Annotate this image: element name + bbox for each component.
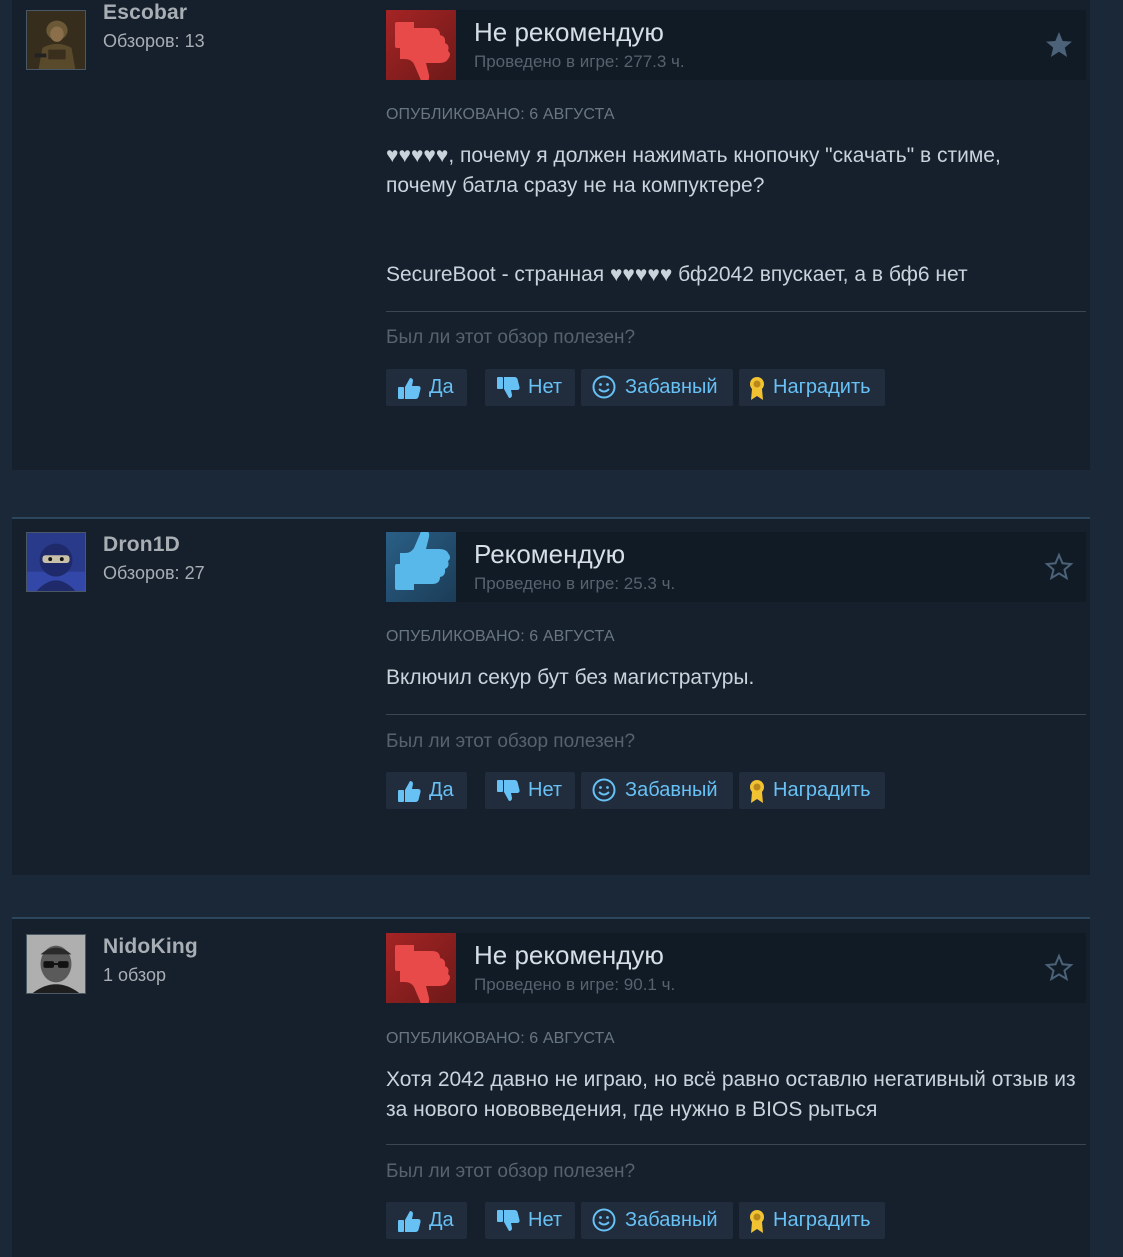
- star-icon[interactable]: [1044, 953, 1074, 983]
- award-label: Наградить: [773, 1209, 871, 1231]
- thumbs-down-icon: [386, 10, 456, 80]
- divider: [386, 714, 1086, 715]
- user-review-count[interactable]: Обзоров: 13: [103, 31, 205, 52]
- review-body: ♥♥♥♥♥, почему я должен нажимать кнопочку…: [386, 141, 1076, 290]
- review-body: Включил секур бут без магистратуры.: [386, 663, 1076, 693]
- vote-yes-label: Да: [429, 376, 454, 398]
- user-review-count[interactable]: Обзоров: 27: [103, 563, 205, 584]
- thumbs-down-icon: [497, 377, 520, 398]
- award-button[interactable]: Наградить: [739, 772, 885, 809]
- award-button[interactable]: Наградить: [739, 369, 885, 406]
- soldier-avatar-image: [27, 11, 85, 69]
- thumbs-down-icon: [497, 1210, 520, 1231]
- vote-funny-label: Забавный: [625, 376, 718, 398]
- vote-yes-button[interactable]: Да: [386, 369, 467, 406]
- award-label: Наградить: [773, 376, 871, 398]
- verdict-header[interactable]: Рекомендую Проведено в игре: 25.3 ч.: [386, 532, 1086, 602]
- star-icon[interactable]: [1044, 552, 1074, 582]
- review-card: Escobar Обзоров: 13 Не рекомендую Провед…: [12, 0, 1090, 470]
- verdict-label[interactable]: Не рекомендую: [474, 940, 664, 971]
- user-name[interactable]: Escobar: [103, 1, 187, 25]
- user-avatar[interactable]: [26, 934, 86, 994]
- hours-played: Проведено в игре: 25.3 ч.: [474, 574, 676, 593]
- man-in-glasses-avatar-image: [27, 935, 85, 993]
- thumbs-up-icon: [398, 1211, 421, 1232]
- vote-no-label: Нет: [528, 1209, 563, 1231]
- user-name[interactable]: Dron1D: [103, 533, 180, 557]
- verdict-header[interactable]: Не рекомендую Проведено в игре: 90.1 ч.: [386, 933, 1086, 1003]
- vote-funny-label: Забавный: [625, 1209, 718, 1231]
- verdict-header[interactable]: Не рекомендую Проведено в игре: 277.3 ч.: [386, 10, 1086, 80]
- user-name[interactable]: NidoKing: [103, 935, 198, 959]
- ninja-avatar-image: [27, 533, 85, 591]
- review-paragraph: Хотя 2042 давно не играю, но всё равно о…: [386, 1068, 1076, 1121]
- vote-yes-label: Да: [429, 779, 454, 801]
- smiley-icon: [592, 1208, 616, 1232]
- award-ribbon-icon: [750, 377, 764, 400]
- review-card: Dron1D Обзоров: 27 Рекомендую Проведено …: [12, 517, 1090, 875]
- helpful-question: Был ли этот обзор полезен?: [386, 731, 636, 752]
- vote-funny-button[interactable]: Забавный: [581, 369, 733, 406]
- divider: [386, 1144, 1086, 1145]
- star-icon[interactable]: [1044, 30, 1074, 60]
- vote-no-label: Нет: [528, 779, 563, 801]
- thumbs-down-icon: [386, 933, 456, 1003]
- review-paragraph: SecureBoot - странная ♥♥♥♥♥ бф2042 впуск…: [386, 263, 968, 286]
- vote-no-button[interactable]: Нет: [485, 1202, 575, 1239]
- thumbs-down-icon: [497, 780, 520, 801]
- vote-no-button[interactable]: Нет: [485, 369, 575, 406]
- posted-date: ОПУБЛИКОВАНО: 6 АВГУСТА: [386, 1030, 615, 1047]
- award-ribbon-icon: [750, 1210, 764, 1233]
- helpful-question: Был ли этот обзор полезен?: [386, 327, 636, 348]
- vote-yes-button[interactable]: Да: [386, 1202, 467, 1239]
- award-label: Наградить: [773, 779, 871, 801]
- review-card: NidoKing 1 обзор Не рекомендую Проведено…: [12, 917, 1090, 1257]
- thumbs-up-icon: [386, 532, 456, 602]
- posted-date: ОПУБЛИКОВАНО: 6 АВГУСТА: [386, 628, 615, 645]
- vote-no-button[interactable]: Нет: [485, 772, 575, 809]
- review-paragraph: ♥♥♥♥♥, почему я должен нажимать кнопочку…: [386, 144, 1001, 197]
- hours-played: Проведено в игре: 90.1 ч.: [474, 975, 676, 994]
- divider: [386, 311, 1086, 312]
- user-review-count[interactable]: 1 обзор: [103, 965, 166, 986]
- thumbs-up-icon: [398, 378, 421, 399]
- hours-played: Проведено в игре: 277.3 ч.: [474, 52, 685, 71]
- vote-no-label: Нет: [528, 376, 563, 398]
- vote-yes-button[interactable]: Да: [386, 772, 467, 809]
- user-avatar[interactable]: [26, 10, 86, 70]
- vote-funny-button[interactable]: Забавный: [581, 772, 733, 809]
- thumbs-up-icon: [398, 781, 421, 802]
- vote-funny-label: Забавный: [625, 779, 718, 801]
- award-ribbon-icon: [750, 780, 764, 803]
- vote-funny-button[interactable]: Забавный: [581, 1202, 733, 1239]
- verdict-label[interactable]: Не рекомендую: [474, 17, 664, 48]
- review-body: Хотя 2042 давно не играю, но всё равно о…: [386, 1065, 1076, 1125]
- posted-date: ОПУБЛИКОВАНО: 6 АВГУСТА: [386, 106, 615, 123]
- verdict-label[interactable]: Рекомендую: [474, 539, 625, 570]
- review-paragraph: Включил секур бут без магистратуры.: [386, 666, 755, 689]
- helpful-question: Был ли этот обзор полезен?: [386, 1161, 636, 1182]
- vote-yes-label: Да: [429, 1209, 454, 1231]
- user-avatar[interactable]: [26, 532, 86, 592]
- smiley-icon: [592, 375, 616, 399]
- smiley-icon: [592, 778, 616, 802]
- award-button[interactable]: Наградить: [739, 1202, 885, 1239]
